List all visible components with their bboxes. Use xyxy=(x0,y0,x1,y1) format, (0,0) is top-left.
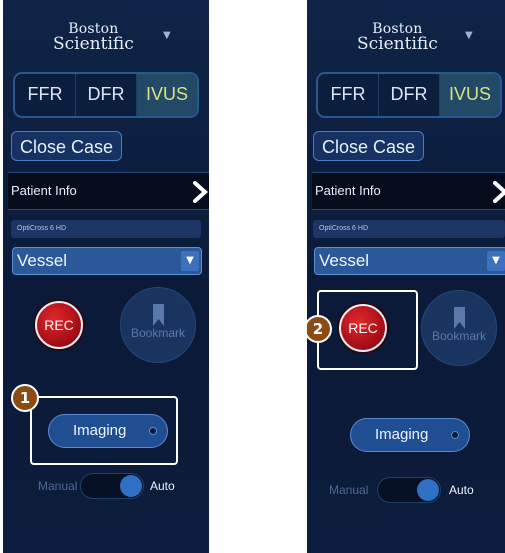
tab-ivus[interactable]: IVUS xyxy=(440,74,500,116)
toggle-track[interactable] xyxy=(377,477,441,503)
device-label-bar: OptiCross 6 HD xyxy=(313,220,505,238)
patient-info-row[interactable]: Patient Info xyxy=(312,172,505,210)
brand-logo: Boston Scientific xyxy=(53,21,134,54)
tab-dfr[interactable]: DFR xyxy=(76,74,137,116)
screen-1: Boston Scientific ▼ FFR DFR IVUS Close C… xyxy=(3,0,209,553)
close-case-button[interactable]: Close Case xyxy=(313,131,425,161)
bookmark-label: Bookmark xyxy=(431,329,487,343)
chevron-right-icon[interactable] xyxy=(190,181,209,203)
rec-button[interactable]: REC xyxy=(35,301,83,349)
toggle-track[interactable] xyxy=(80,473,144,499)
device-label-bar: OptiCross 6 HD xyxy=(11,220,201,238)
patient-info-label: Patient Info xyxy=(315,183,381,198)
brand-logo: Boston Scientific xyxy=(357,21,438,54)
device-label: OptiCross 6 HD xyxy=(319,225,369,232)
patient-info-label: Patient Info xyxy=(11,183,77,198)
chevron-down-icon[interactable]: ▼ xyxy=(465,30,473,41)
manual-auto-toggle[interactable]: Manual Auto xyxy=(38,471,198,501)
screen-2: Boston Scientific ▼ FFR DFR IVUS Close C… xyxy=(307,0,505,553)
auto-label: Auto xyxy=(150,479,175,493)
close-case-button[interactable]: Close Case xyxy=(11,131,123,161)
bookmark-button[interactable]: Bookmark xyxy=(120,287,196,363)
mode-selector: FFR DFR IVUS xyxy=(13,72,199,118)
manual-auto-toggle[interactable]: Manual Auto xyxy=(329,475,499,505)
imaging-label: Imaging xyxy=(375,426,429,443)
bookmark-icon xyxy=(454,307,465,329)
vessel-value: Vessel xyxy=(319,251,370,270)
bookmark-label: Bookmark xyxy=(130,326,186,340)
tab-ffr[interactable]: FFR xyxy=(15,74,76,116)
tab-ffr[interactable]: FFR xyxy=(318,74,379,116)
tab-ivus[interactable]: IVUS xyxy=(137,74,197,116)
callout-box xyxy=(30,396,178,465)
patient-info-row[interactable]: Patient Info xyxy=(8,172,209,210)
toggle-knob[interactable] xyxy=(120,475,142,497)
device-label: OptiCross 6 HD xyxy=(17,225,67,232)
step-badge: 1 xyxy=(11,384,39,412)
chevron-down-icon[interactable]: ▼ xyxy=(181,251,199,271)
callout-box xyxy=(317,290,418,370)
toggle-knob[interactable] xyxy=(417,479,439,501)
bookmark-icon xyxy=(153,304,164,326)
chevron-down-icon[interactable]: ▼ xyxy=(163,30,171,41)
bookmark-button[interactable]: Bookmark xyxy=(421,290,497,366)
vessel-value: Vessel xyxy=(17,251,68,270)
vessel-select[interactable]: Vessel ▼ xyxy=(314,247,505,275)
manual-label: Manual xyxy=(38,479,78,493)
imaging-indicator xyxy=(451,431,459,439)
tab-dfr[interactable]: DFR xyxy=(379,74,440,116)
chevron-right-icon[interactable] xyxy=(490,181,505,203)
imaging-button[interactable]: Imaging xyxy=(350,418,470,452)
chevron-down-icon[interactable]: ▼ xyxy=(487,251,505,271)
vessel-select[interactable]: Vessel ▼ xyxy=(12,247,202,275)
manual-label: Manual xyxy=(329,483,369,497)
auto-label: Auto xyxy=(449,483,474,497)
mode-selector: FFR DFR IVUS xyxy=(316,72,502,118)
